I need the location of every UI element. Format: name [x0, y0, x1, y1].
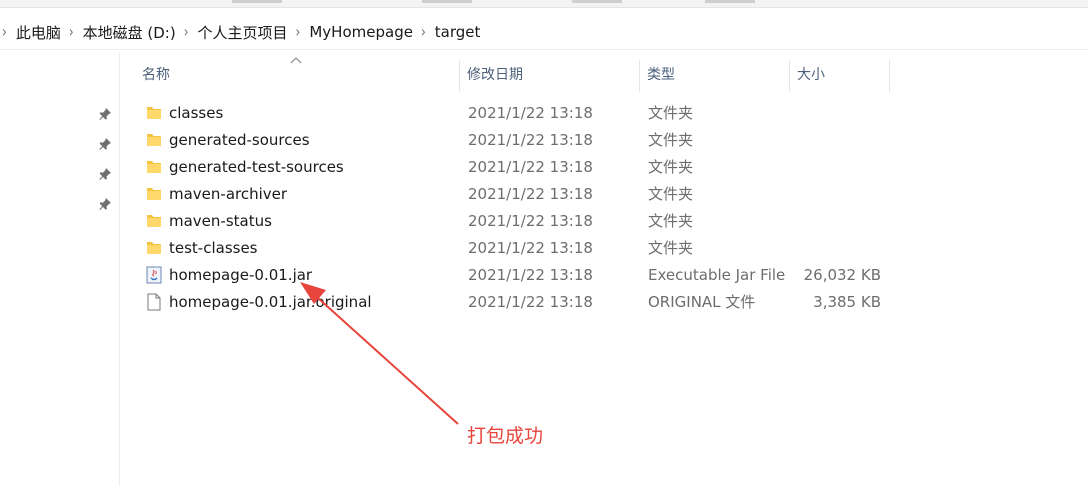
pin-icon[interactable]	[97, 166, 113, 182]
chevron-right-icon[interactable]: ›	[69, 23, 74, 41]
pin-icon[interactable]	[97, 196, 113, 212]
navigation-pane	[0, 52, 120, 486]
file-icon	[147, 293, 161, 311]
file-size	[790, 100, 881, 127]
file-date: 2021/1/22 13:18	[468, 212, 593, 230]
column-header-size[interactable]: 大小	[790, 60, 890, 92]
file-name: generated-sources	[169, 131, 310, 149]
pin-icon[interactable]	[97, 106, 113, 122]
file-type: 文件夹	[648, 212, 694, 230]
file-type: 文件夹	[648, 185, 694, 203]
file-size	[790, 181, 881, 208]
breadcrumb-item[interactable]: 本地磁盘 (D:)	[83, 20, 176, 45]
column-header-date[interactable]: 修改日期	[460, 60, 640, 92]
file-type: ORIGINAL 文件	[648, 293, 756, 311]
file-type: 文件夹	[648, 158, 694, 176]
file-row[interactable]: generated-sources 2021/1/22 13:18 文件夹	[135, 127, 895, 154]
file-row[interactable]: classes 2021/1/22 13:18 文件夹	[135, 100, 895, 127]
file-date: 2021/1/22 13:18	[468, 104, 593, 122]
pin-icon[interactable]	[97, 136, 113, 152]
file-size	[790, 208, 881, 235]
chevron-right-icon[interactable]: ›	[296, 23, 301, 41]
folder-icon	[147, 188, 161, 200]
file-name: maven-status	[169, 212, 272, 230]
ribbon-tab-fragment	[572, 0, 622, 3]
folder-icon	[147, 161, 161, 173]
folder-icon	[147, 107, 161, 119]
ribbon-edge	[0, 0, 1088, 8]
breadcrumb-item[interactable]: 个人主页项目	[198, 20, 288, 45]
breadcrumb-item[interactable]: MyHomepage	[309, 21, 413, 43]
file-name: homepage-0.01.jar.original	[169, 293, 372, 311]
file-size	[790, 154, 881, 181]
folder-icon	[147, 134, 161, 146]
folder-icon	[147, 215, 161, 227]
ribbon-tab-fragment	[232, 0, 282, 3]
file-list: classes 2021/1/22 13:18 文件夹 generated-so…	[135, 100, 895, 316]
file-size: 3,385 KB	[813, 293, 881, 311]
file-date: 2021/1/22 13:18	[468, 239, 593, 257]
column-header-name[interactable]: 名称	[135, 60, 460, 92]
file-size	[790, 127, 881, 154]
file-type: 文件夹	[648, 131, 694, 149]
folder-icon	[147, 242, 161, 254]
file-name: generated-test-sources	[169, 158, 344, 176]
file-type: 文件夹	[648, 104, 694, 122]
file-name: homepage-0.01.jar	[169, 266, 313, 284]
jar-file-icon	[146, 266, 162, 284]
ribbon-tab-fragment	[705, 0, 755, 3]
file-size: 26,032 KB	[803, 266, 881, 284]
breadcrumb-item-current[interactable]: target	[435, 21, 481, 43]
file-date: 2021/1/22 13:18	[468, 293, 593, 311]
address-bar[interactable]: › 此电脑 › 本地磁盘 (D:) › 个人主页项目 › MyHomepage …	[0, 14, 1088, 50]
chevron-right-icon[interactable]: ›	[2, 23, 7, 41]
column-header-type[interactable]: 类型	[640, 60, 790, 92]
breadcrumb-item[interactable]: 此电脑	[16, 20, 61, 45]
file-row[interactable]: test-classes 2021/1/22 13:18 文件夹	[135, 235, 895, 262]
file-name: maven-archiver	[169, 185, 288, 203]
file-row[interactable]: homepage-0.01.jar.original 2021/1/22 13:…	[135, 289, 895, 316]
file-date: 2021/1/22 13:18	[468, 266, 593, 284]
chevron-right-icon[interactable]: ›	[184, 23, 189, 41]
file-row[interactable]: homepage-0.01.jar 2021/1/22 13:18 Execut…	[135, 262, 895, 289]
file-date: 2021/1/22 13:18	[468, 131, 593, 149]
file-name: classes	[169, 104, 224, 122]
file-row[interactable]: maven-archiver 2021/1/22 13:18 文件夹	[135, 181, 895, 208]
file-type: Executable Jar File	[648, 266, 786, 284]
file-date: 2021/1/22 13:18	[468, 158, 593, 176]
file-type: 文件夹	[648, 239, 694, 257]
file-row[interactable]: generated-test-sources 2021/1/22 13:18 文…	[135, 154, 895, 181]
file-size	[790, 235, 881, 262]
ribbon-tab-fragment	[422, 0, 472, 3]
file-date: 2021/1/22 13:18	[468, 185, 593, 203]
chevron-right-icon[interactable]: ›	[421, 23, 426, 41]
file-row[interactable]: maven-status 2021/1/22 13:18 文件夹	[135, 208, 895, 235]
annotation-label: 打包成功	[467, 425, 544, 447]
breadcrumb: › 此电脑 › 本地磁盘 (D:) › 个人主页项目 › MyHomepage …	[0, 14, 480, 50]
file-name: test-classes	[169, 239, 258, 257]
